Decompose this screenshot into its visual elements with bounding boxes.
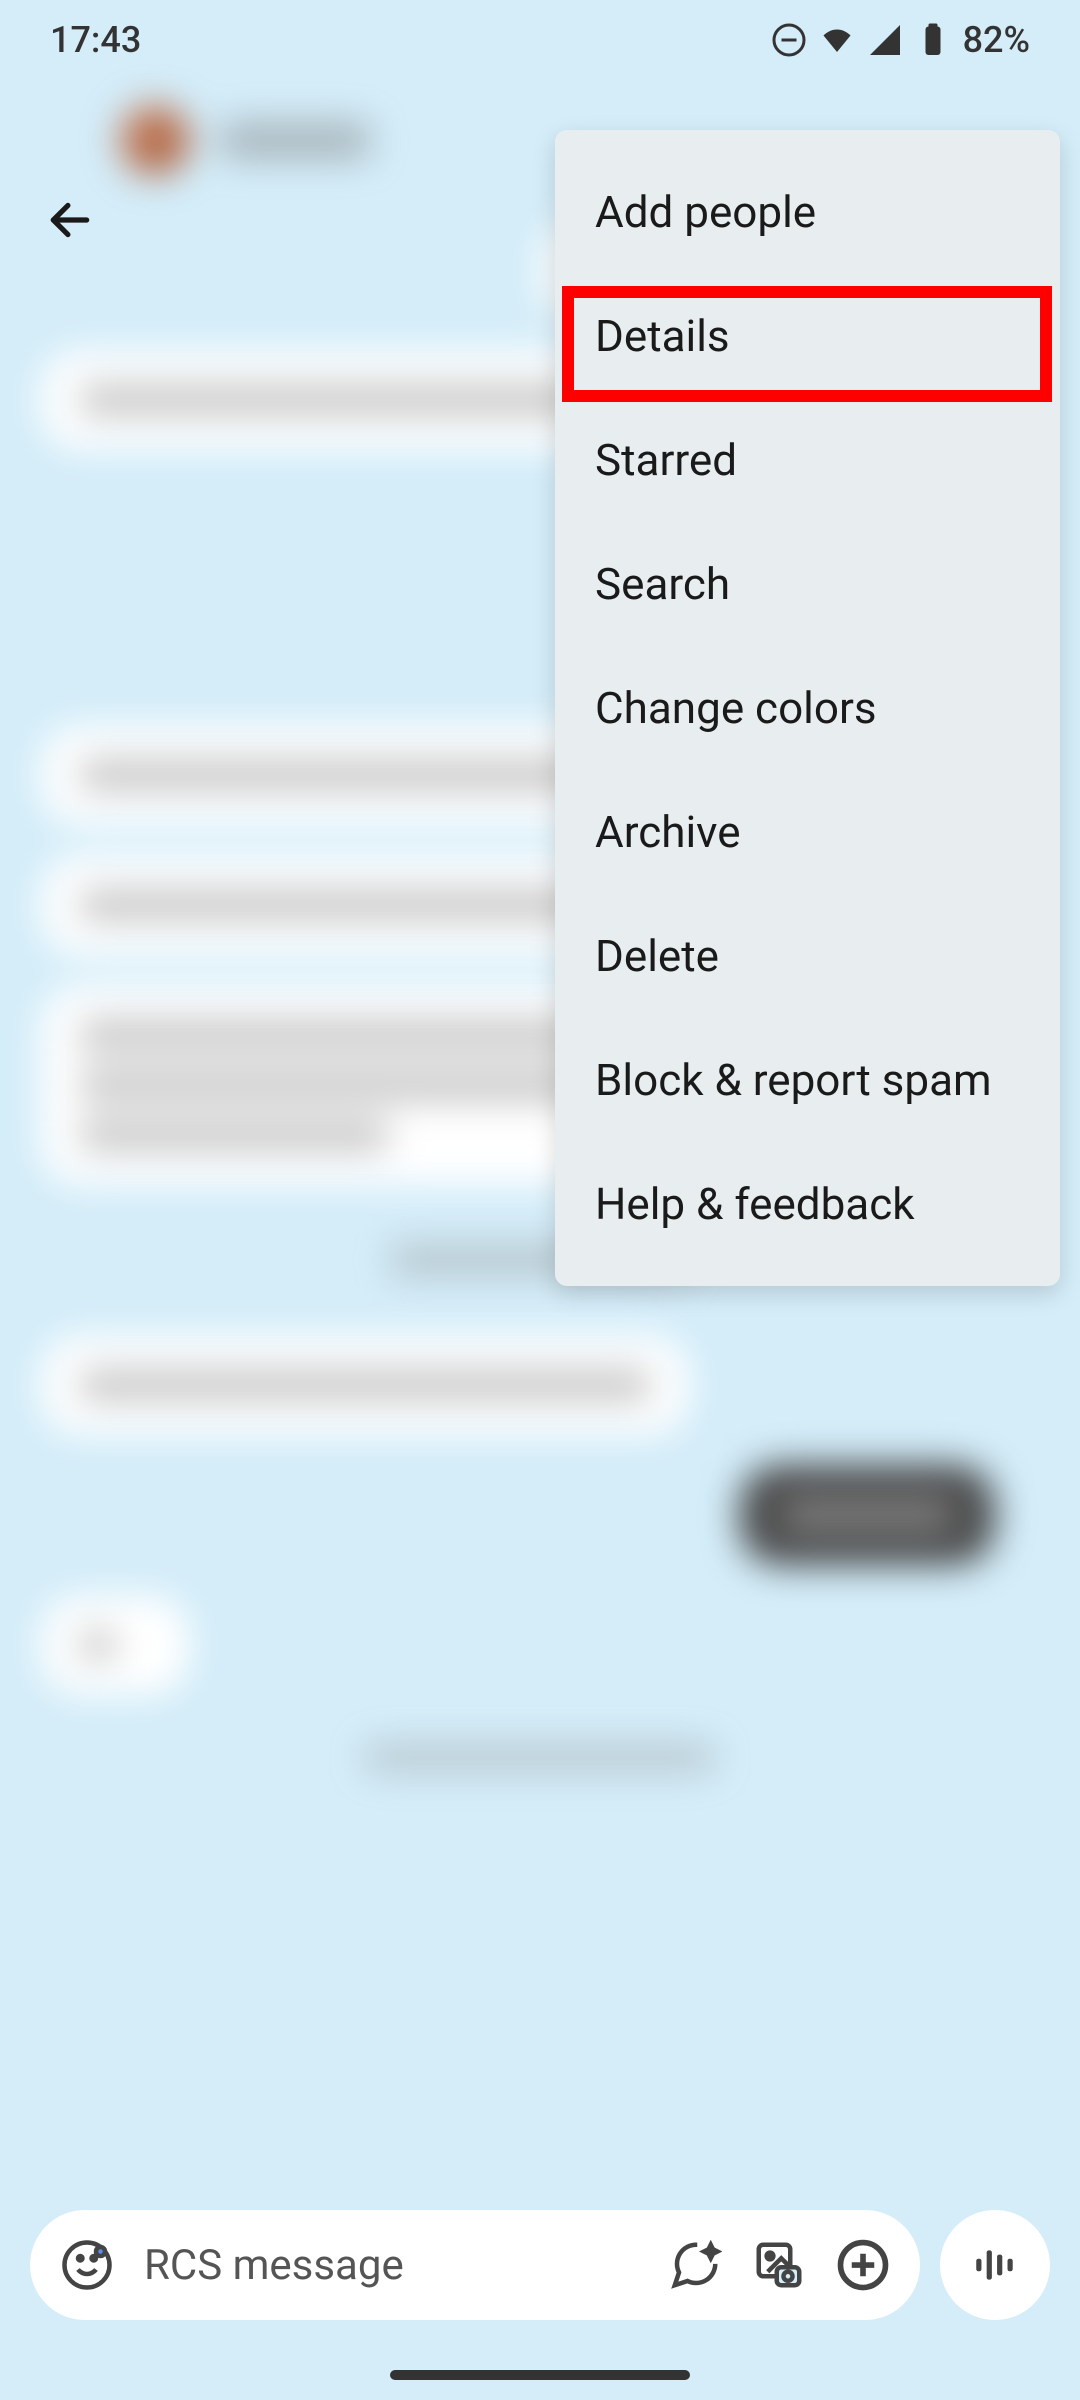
message-bubble <box>740 1465 1040 1565</box>
avatar <box>120 105 190 175</box>
magic-reply-icon[interactable] <box>668 2238 722 2292</box>
emoji-icon[interactable] <box>60 2238 114 2292</box>
wifi-icon <box>819 22 855 58</box>
battery-icon <box>915 22 951 58</box>
input-bar: RCS message <box>30 2210 1050 2320</box>
message-input-placeholder: RCS message <box>144 2241 638 2290</box>
status-right: 82% <box>771 19 1030 61</box>
menu-item-add-people[interactable]: Add people <box>555 150 1060 274</box>
contact-name-blurred <box>220 123 370 158</box>
menu-item-starred[interactable]: Starred <box>555 398 1060 522</box>
menu-item-search[interactable]: Search <box>555 522 1060 646</box>
message-input-container[interactable]: RCS message <box>30 2210 920 2320</box>
back-arrow-icon[interactable] <box>45 195 95 245</box>
status-bar: 17:43 82% <box>0 0 1080 80</box>
signal-icon <box>867 22 903 58</box>
nav-indicator[interactable] <box>390 2370 690 2380</box>
message-bubble <box>40 1335 690 1435</box>
menu-item-help-feedback[interactable]: Help & feedback <box>555 1142 1060 1266</box>
battery-percent: 82% <box>963 19 1030 61</box>
message-bubble <box>40 1595 190 1695</box>
menu-item-delete[interactable]: Delete <box>555 894 1060 1018</box>
overflow-menu: Add people Details Starred Search Change… <box>555 130 1060 1286</box>
menu-item-change-colors[interactable]: Change colors <box>555 646 1060 770</box>
voice-wave-icon <box>970 2240 1020 2290</box>
date-divider <box>365 1745 715 1770</box>
gallery-icon[interactable] <box>752 2238 806 2292</box>
status-time: 17:43 <box>50 19 141 61</box>
plus-icon[interactable] <box>836 2238 890 2292</box>
menu-item-archive[interactable]: Archive <box>555 770 1060 894</box>
menu-item-details[interactable]: Details <box>555 274 1060 398</box>
voice-button[interactable] <box>940 2210 1050 2320</box>
menu-item-block-report[interactable]: Block & report spam <box>555 1018 1060 1142</box>
dnd-icon <box>771 22 807 58</box>
